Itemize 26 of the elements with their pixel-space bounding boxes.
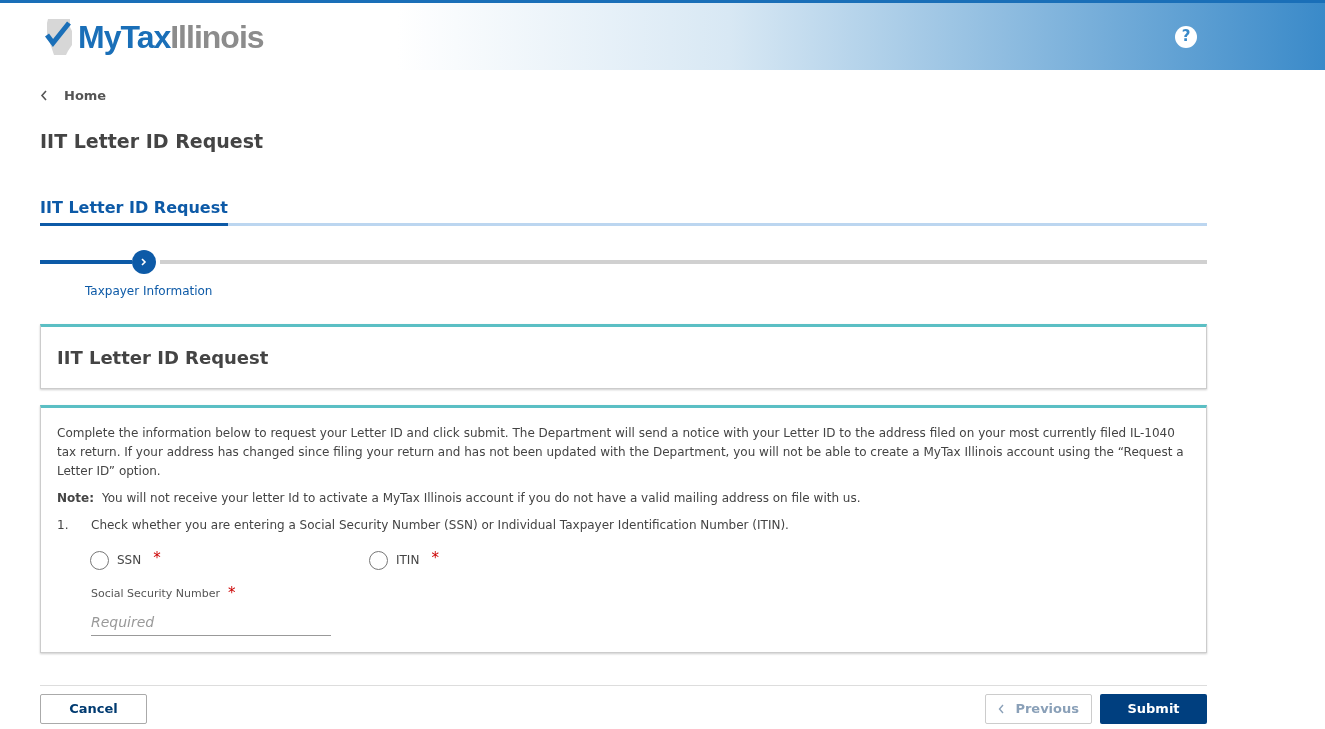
submit-button[interactable]: Submit: [1100, 694, 1207, 724]
step-indicator[interactable]: [132, 250, 156, 275]
question-text: Check whether you are entering a Social Security Number (SSN) or Individual Taxpayer Identification Number (ITIN).: [91, 516, 789, 534]
field-label: Social Security Number: [91, 585, 220, 602]
note-text: You will not receive your letter Id to activate a MyTax Illinois account if you do not have a valid mailing address on file with us.: [101, 489, 861, 507]
section-tab[interactable]: IIT Letter ID Request: [40, 196, 228, 227]
page-title: IIT Letter ID Request: [40, 129, 265, 153]
intro-paragraph: Complete the information below to request your Letter ID and click submit. The Department will send a notice with your Letter ID to the address filed on your most currently filed IL-1040 tax return. If your address has changed since filing your return and has not been updated with the Department, you will not be able to create a MyTax Illinois account using the “Request a Letter ID” option.: [57, 424, 1185, 480]
form-title: IIT Letter ID Request: [57, 347, 270, 369]
radio-button[interactable]: [90, 550, 109, 570]
required-mark: *: [153, 550, 161, 566]
radio-label: ITIN: [396, 551, 420, 569]
cancel-button[interactable]: Cancel: [40, 694, 147, 724]
state-map-check-icon: [44, 16, 74, 57]
question-number: 1.: [57, 516, 70, 534]
chevron-left-icon: [998, 704, 1005, 715]
home-link[interactable]: Home: [64, 86, 107, 106]
required-mark: *: [431, 550, 439, 566]
help-icon[interactable]: ?: [1175, 25, 1197, 48]
radio-label: SSN: [117, 551, 142, 569]
step-label: Taxpayer Information: [85, 283, 214, 301]
chevron-left-icon[interactable]: [40, 90, 48, 102]
required-mark: *: [227, 585, 236, 601]
note-label: Note:: [57, 489, 94, 507]
logo-text[interactable]: MyTaxIllinois: [78, 12, 264, 61]
radio-button[interactable]: [369, 550, 388, 570]
